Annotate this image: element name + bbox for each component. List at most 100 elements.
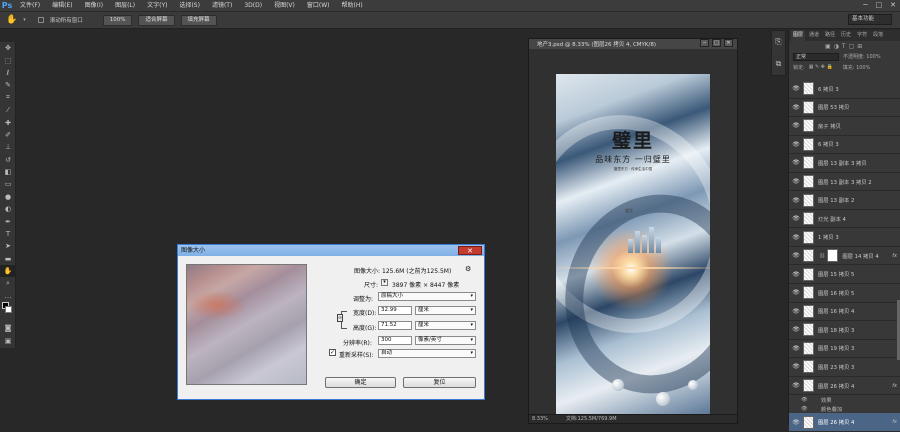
menu-item[interactable]: 编辑(E) xyxy=(46,0,78,11)
layer-row[interactable]: 👁 1 拷贝 3 xyxy=(789,228,900,247)
menu-item[interactable]: 图层(L) xyxy=(109,0,141,11)
visibility-eye-icon[interactable]: 👁 xyxy=(789,85,803,92)
visibility-eye-icon[interactable]: 👁 xyxy=(789,289,803,296)
dialog-close-button[interactable]: ✕ xyxy=(458,246,482,255)
type-tool-icon[interactable]: T xyxy=(0,228,16,240)
brush-tool-icon[interactable]: ✐ xyxy=(0,129,16,141)
layer-row[interactable]: 👁 灯光 副本 4 xyxy=(789,210,900,229)
fit-to-select[interactable]: 原稿大小 xyxy=(378,292,476,301)
workspace-select[interactable]: 基本功能 xyxy=(848,14,892,25)
visibility-eye-icon[interactable]: 👁 xyxy=(789,122,803,129)
menu-item[interactable]: 文字(Y) xyxy=(141,0,173,11)
eyedropper-tool-icon[interactable]: ⁄ xyxy=(0,104,16,116)
background-color-swatch[interactable] xyxy=(5,306,12,314)
visibility-eye-icon[interactable]: 👁 xyxy=(789,178,803,185)
maximize-icon[interactable]: □ xyxy=(876,0,883,11)
filter-image-icon[interactable]: ▣ xyxy=(825,43,831,50)
doc-close-icon[interactable]: ✕ xyxy=(724,39,733,47)
visibility-eye-icon[interactable]: 👁 xyxy=(789,141,803,148)
layer-row[interactable]: 👁 图层 13 副本 3 拷贝 2 xyxy=(789,173,900,192)
layer-row[interactable]: 👁 图层 26 拷贝 4 fx xyxy=(789,377,900,396)
close-icon[interactable]: ✕ xyxy=(890,0,896,11)
tool-preset-chevron-icon[interactable]: ▾ xyxy=(23,17,26,23)
history-panel-icon[interactable]: ⎘ xyxy=(772,31,785,53)
blend-mode-select[interactable]: 正常 xyxy=(793,52,839,61)
height-input[interactable]: 71.52 xyxy=(378,321,412,330)
layer-row[interactable]: 👁 6 拷贝 3 xyxy=(789,80,900,99)
path-select-tool-icon[interactable]: ➤ xyxy=(0,240,16,252)
menu-item[interactable]: 3D(D) xyxy=(238,0,268,11)
menu-item[interactable]: 窗口(W) xyxy=(301,0,336,11)
visibility-eye-icon[interactable]: 👁 xyxy=(789,252,803,259)
hand-tool-icon[interactable]: ✋ xyxy=(0,265,16,278)
filter-smart-icon[interactable]: ⊞ xyxy=(857,43,862,50)
filter-type-icon[interactable]: T xyxy=(842,43,846,50)
poster-canvas[interactable]: 璧里 品味东方 一归璧里 璧里东方 · 传承生活中国 璧里 xyxy=(556,74,710,422)
layer-row[interactable]: 👁 图层 18 拷贝 3 xyxy=(789,321,900,340)
layer-row-selected[interactable]: 👁 图层 26 拷贝 4 fx xyxy=(789,413,900,432)
visibility-eye-icon[interactable]: 👁 xyxy=(789,234,803,241)
width-unit-select[interactable]: 厘米 xyxy=(415,306,476,315)
menu-item[interactable]: 帮助(H) xyxy=(336,0,369,11)
lock-icon[interactable]: ▦ ✎ ✥ 🔒 xyxy=(809,64,833,70)
visibility-eye-icon[interactable]: 👁 xyxy=(789,197,803,204)
reset-button[interactable]: 复位 xyxy=(403,377,476,388)
visibility-eye-icon[interactable]: 👁 xyxy=(789,363,803,370)
visibility-eye-icon[interactable]: 👁 xyxy=(789,271,803,278)
visibility-eye-icon[interactable]: 👁 xyxy=(789,345,803,352)
zoom-100-button[interactable]: 100% xyxy=(102,14,133,26)
panel-tab[interactable]: 段落 xyxy=(871,30,885,41)
marquee-tool-icon[interactable]: ⬚ xyxy=(0,54,16,66)
dialog-titlebar[interactable]: 图像大小 ✕ xyxy=(178,245,484,256)
ok-button[interactable]: 确定 xyxy=(325,377,396,388)
layer-row[interactable]: 👁 图层 16 拷贝 5 xyxy=(789,284,900,303)
menu-item[interactable]: 滤镜(T) xyxy=(206,0,238,11)
doc-maximize-icon[interactable]: □ xyxy=(712,39,721,47)
mask-link-icon[interactable]: ⛓ xyxy=(819,253,825,259)
doc-minimize-icon[interactable]: ─ xyxy=(700,39,709,47)
menu-item[interactable]: 视图(V) xyxy=(268,0,301,11)
layer-row[interactable]: 👁 图层 13 副本 2 xyxy=(789,191,900,210)
effect-eye-icon[interactable]: 👁 xyxy=(801,397,821,403)
visibility-eye-icon[interactable]: 👁 xyxy=(789,419,803,426)
quick-select-tool-icon[interactable]: ✎ xyxy=(0,79,16,91)
quick-mask-icon[interactable]: ◙ xyxy=(0,322,16,334)
menu-item[interactable]: 文件(F) xyxy=(14,0,46,11)
layer-row[interactable]: 👁 房子 拷贝 xyxy=(789,117,900,136)
resample-checkbox[interactable]: ✓ xyxy=(329,349,336,356)
visibility-eye-icon[interactable]: 👁 xyxy=(789,308,803,315)
document-titlebar[interactable]: 地产3.psd @ 8.33% (图层26 拷贝 4, CMYK/8) ─ □ … xyxy=(529,39,737,49)
blur-tool-icon[interactable]: ● xyxy=(0,191,16,203)
panel-tab[interactable]: 通道 xyxy=(807,30,821,41)
pen-tool-icon[interactable]: ✒ xyxy=(0,215,16,227)
panel-tab[interactable]: 路径 xyxy=(823,30,837,41)
layer-row[interactable]: 👁 图层 53 拷贝 xyxy=(789,99,900,118)
properties-panel-icon[interactable]: ⧉ xyxy=(772,53,785,75)
minimize-icon[interactable]: ─ xyxy=(863,0,867,11)
filter-adjust-icon[interactable]: ◑ xyxy=(834,43,839,50)
height-unit-select[interactable]: 厘米 xyxy=(415,321,476,330)
menu-item[interactable]: 图像(I) xyxy=(79,0,109,11)
fill-field[interactable]: 填充: 100% xyxy=(843,64,871,71)
panel-tab[interactable]: 历史 xyxy=(839,30,853,41)
layer-row[interactable]: 👁 6 拷贝 3 xyxy=(789,136,900,155)
fit-screen-button[interactable]: 适合屏幕 xyxy=(138,14,175,26)
gradient-tool-icon[interactable]: ▭ xyxy=(0,178,16,190)
layer-effects-icon[interactable]: fx xyxy=(892,383,897,389)
layer-effects-icon[interactable]: fx xyxy=(892,419,897,425)
screen-mode-icon[interactable]: ▣ xyxy=(0,335,16,347)
zoom-level[interactable]: 8.33% xyxy=(532,415,548,423)
layer-row[interactable]: 👁 图层 15 拷贝 5 xyxy=(789,265,900,285)
resolution-unit-select[interactable]: 像素/英寸 xyxy=(415,336,476,345)
visibility-eye-icon[interactable]: 👁 xyxy=(789,159,803,166)
layer-effects-icon[interactable]: fx xyxy=(892,253,897,259)
dimensions-chevron-icon[interactable]: ▾ xyxy=(381,279,388,286)
zoom-tool-icon[interactable]: ⌕ xyxy=(0,277,16,289)
gear-icon[interactable]: ⚙ xyxy=(465,265,471,273)
effect-eye-icon[interactable]: 👁 xyxy=(801,406,821,412)
healing-brush-tool-icon[interactable]: ✚ xyxy=(0,116,16,128)
image-preview[interactable] xyxy=(186,264,307,385)
layer-row[interactable]: 👁 图层 23 拷贝 3 xyxy=(789,358,900,377)
opacity-field[interactable]: 不透明度: 100% xyxy=(843,53,881,60)
visibility-eye-icon[interactable]: 👁 xyxy=(789,104,803,111)
